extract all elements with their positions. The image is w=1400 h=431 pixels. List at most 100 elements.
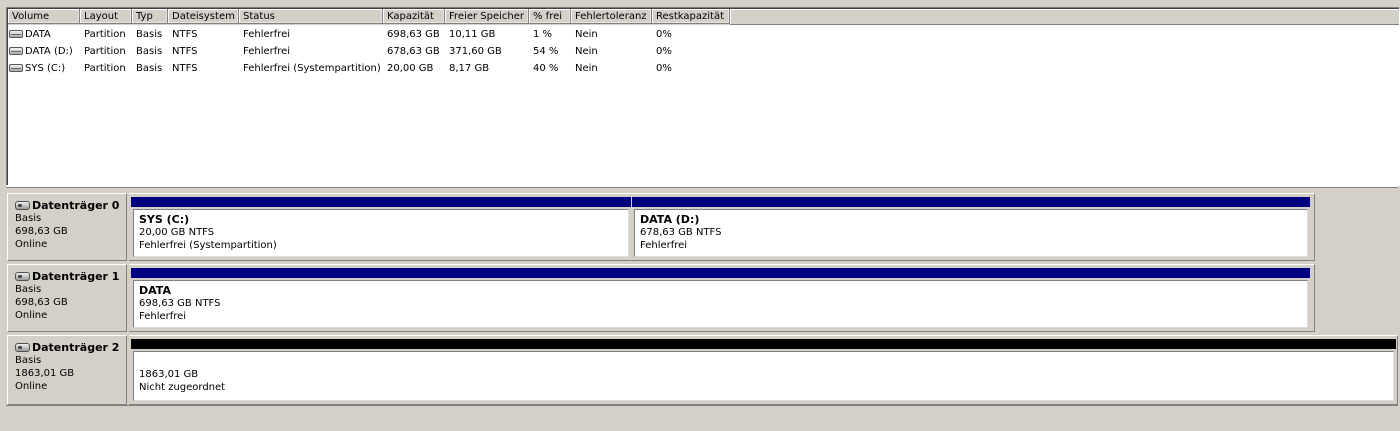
- disk-size: 698,63 GB: [15, 297, 68, 308]
- column-header-volume[interactable]: Volume: [8, 9, 80, 24]
- cell-kapazitaet: 20,00 GB: [387, 63, 434, 74]
- partition-name: SYS (C:): [139, 213, 190, 226]
- cell-freier-speicher: 10,11 GB: [449, 29, 496, 40]
- column-header-kapazitaet[interactable]: Kapazität: [383, 9, 445, 24]
- partition-data-d[interactable]: DATA (D:) 678,63 GB NTFS Fehlerfrei: [632, 197, 1310, 259]
- hard-disk-icon: [15, 272, 30, 281]
- partition-status: Nicht zugeordnet: [139, 382, 226, 393]
- disk-graph-2: 1863,01 GB Nicht zugeordnet: [129, 335, 1398, 405]
- cell-freier-speicher: 371,60 GB: [449, 46, 502, 57]
- hard-disk-icon: [15, 343, 30, 352]
- partition-body: 1863,01 GB Nicht zugeordnet: [133, 351, 1394, 401]
- volume-drive-icon: [9, 47, 23, 55]
- disk-row-2: Datenträger 2 Basis 1863,01 GB Online 18…: [7, 335, 1398, 405]
- disk-type: Basis: [15, 284, 42, 295]
- column-header-restkapazitaet[interactable]: Restkapazität: [652, 9, 730, 24]
- disk-size: 1863,01 GB: [15, 368, 75, 379]
- cell-restkapazitaet: 0%: [656, 63, 672, 74]
- partition-body: DATA 698,63 GB NTFS Fehlerfrei: [133, 280, 1308, 328]
- cell-layout: Partition: [84, 46, 126, 57]
- cell-prozent-frei: 40 %: [533, 63, 559, 74]
- disk-title-label: Datenträger 2: [32, 341, 120, 354]
- cell-volume: SYS (C:): [8, 60, 80, 77]
- partition-unallocated[interactable]: 1863,01 GB Nicht zugeordnet: [131, 339, 1396, 403]
- partition-status: Fehlerfrei (Systempartition): [139, 240, 277, 251]
- cell-prozent-frei: 1 %: [533, 29, 553, 40]
- cell-volume: DATA (D:): [8, 43, 80, 60]
- column-header-dateisystem[interactable]: Dateisystem: [168, 9, 239, 24]
- cell-dateisystem: NTFS: [172, 63, 198, 74]
- pane-splitter[interactable]: [6, 186, 1398, 188]
- partition-size: 1863,01 GB: [139, 369, 199, 380]
- volume-list[interactable]: Volume Layout Typ Dateisystem Status Kap…: [6, 7, 1400, 186]
- column-header-status[interactable]: Status: [239, 9, 383, 24]
- partition-name: DATA (D:): [640, 213, 700, 226]
- partition-size: 20,00 GB NTFS: [139, 227, 215, 238]
- volume-drive-icon: [9, 30, 23, 38]
- column-header-layout[interactable]: Layout: [80, 9, 132, 24]
- column-header-prozent-frei[interactable]: % frei: [529, 9, 571, 24]
- disk-row-1: Datenträger 1 Basis 698,63 GB Online DAT…: [7, 264, 1315, 332]
- cell-kapazitaet: 678,63 GB: [387, 46, 440, 57]
- cell-typ: Basis: [136, 46, 163, 57]
- disk-row-0: Datenträger 0 Basis 698,63 GB Online SYS…: [7, 193, 1315, 261]
- cell-fehlertoleranz: Nein: [575, 46, 598, 57]
- column-header-typ[interactable]: Typ: [132, 9, 168, 24]
- disk-info-0[interactable]: Datenträger 0 Basis 698,63 GB Online: [7, 193, 127, 261]
- partition-status: Fehlerfrei: [139, 311, 187, 322]
- disk-title: Datenträger 0: [15, 199, 126, 212]
- cell-restkapazitaet: 0%: [656, 46, 672, 57]
- column-header-filler: [730, 9, 1399, 25]
- disk-size: 698,63 GB: [15, 226, 68, 237]
- volume-name: DATA: [25, 29, 51, 40]
- disk-type: Basis: [15, 355, 42, 366]
- cell-layout: Partition: [84, 63, 126, 74]
- table-row[interactable]: SYS (C:) Partition Basis NTFS Fehlerfrei…: [8, 60, 730, 77]
- cell-freier-speicher: 8,17 GB: [449, 63, 490, 74]
- partition-size: 678,63 GB NTFS: [640, 227, 722, 238]
- partition-bar: [632, 197, 1310, 207]
- cell-typ: Basis: [136, 63, 163, 74]
- volume-name: DATA (D:): [25, 46, 73, 57]
- cell-layout: Partition: [84, 29, 126, 40]
- cell-volume: DATA: [8, 26, 80, 43]
- partition-body: DATA (D:) 678,63 GB NTFS Fehlerfrei: [634, 209, 1308, 257]
- cell-restkapazitaet: 0%: [656, 29, 672, 40]
- disk-title-label: Datenträger 0: [32, 199, 120, 212]
- cell-status: Fehlerfrei: [243, 46, 291, 57]
- table-row[interactable]: DATA Partition Basis NTFS Fehlerfrei 698…: [8, 26, 730, 43]
- disk-state: Online: [15, 239, 48, 250]
- column-header-fehlertoleranz[interactable]: Fehlertoleranz: [571, 9, 652, 24]
- partition-body: SYS (C:) 20,00 GB NTFS Fehlerfrei (Syste…: [133, 209, 629, 257]
- cell-status: Fehlerfrei (Systempartition): [243, 63, 381, 74]
- disk-state: Online: [15, 381, 48, 392]
- cell-kapazitaet: 698,63 GB: [387, 29, 440, 40]
- partition-sys-c[interactable]: SYS (C:) 20,00 GB NTFS Fehlerfrei (Syste…: [131, 197, 631, 259]
- disk-info-2[interactable]: Datenträger 2 Basis 1863,01 GB Online: [7, 335, 127, 405]
- cell-typ: Basis: [136, 29, 163, 40]
- cell-dateisystem: NTFS: [172, 29, 198, 40]
- disk-title-label: Datenträger 1: [32, 270, 120, 283]
- cell-fehlertoleranz: Nein: [575, 29, 598, 40]
- volume-drive-icon: [9, 64, 23, 72]
- bottom-divider: [6, 405, 1398, 406]
- column-header-freier-speicher[interactable]: Freier Speicher: [445, 9, 529, 24]
- table-row[interactable]: DATA (D:) Partition Basis NTFS Fehlerfre…: [8, 43, 730, 60]
- partition-bar: [131, 339, 1396, 349]
- partition-data[interactable]: DATA 698,63 GB NTFS Fehlerfrei: [131, 268, 1310, 330]
- cell-prozent-frei: 54 %: [533, 46, 559, 57]
- disk-graph-1: DATA 698,63 GB NTFS Fehlerfrei: [129, 264, 1315, 332]
- disk-state: Online: [15, 310, 48, 321]
- cell-status: Fehlerfrei: [243, 29, 291, 40]
- partition-bar: [131, 197, 631, 207]
- cell-dateisystem: NTFS: [172, 46, 198, 57]
- partition-bar: [131, 268, 1310, 278]
- disk-info-1[interactable]: Datenträger 1 Basis 698,63 GB Online: [7, 264, 127, 332]
- disk-graph-0: SYS (C:) 20,00 GB NTFS Fehlerfrei (Syste…: [129, 193, 1315, 261]
- partition-name: DATA: [139, 284, 171, 297]
- cell-fehlertoleranz: Nein: [575, 63, 598, 74]
- partition-size: 698,63 GB NTFS: [139, 298, 221, 309]
- hard-disk-icon: [15, 201, 30, 210]
- volume-name: SYS (C:): [25, 63, 66, 74]
- disk-type: Basis: [15, 213, 42, 224]
